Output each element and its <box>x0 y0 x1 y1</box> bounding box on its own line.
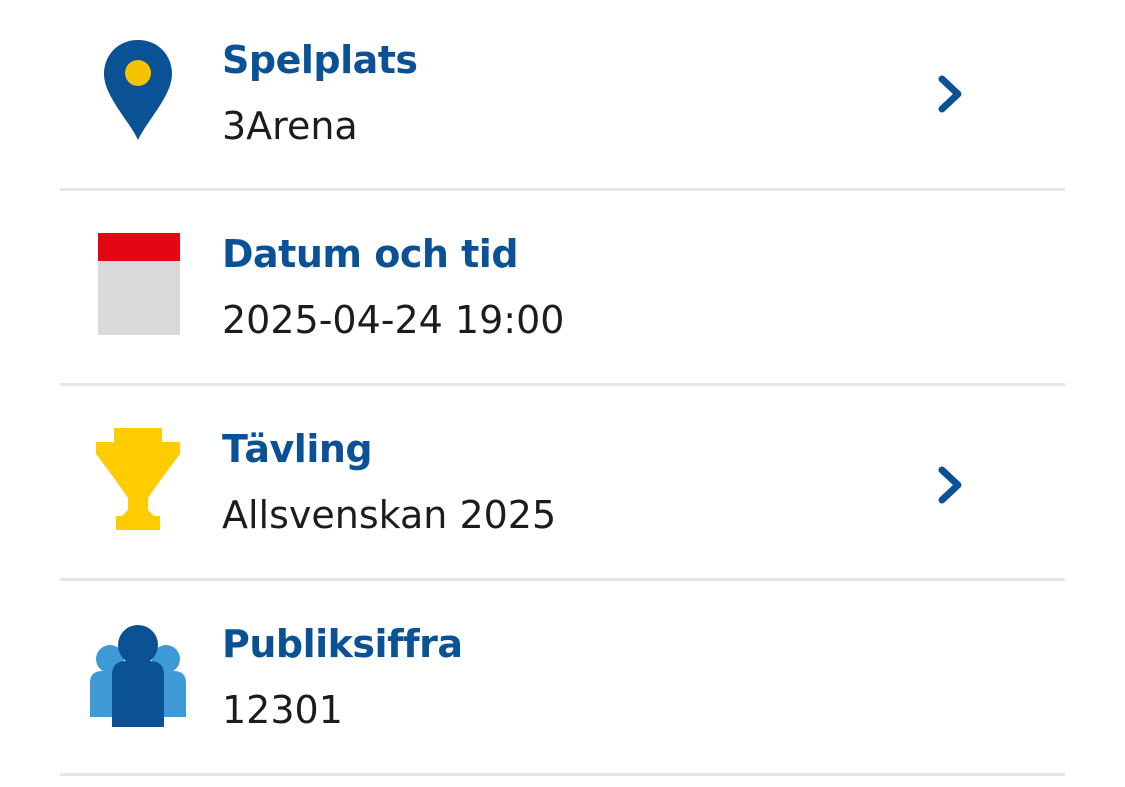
venue-row[interactable]: Spelplats 3Arena <box>60 0 1065 191</box>
competition-value: Allsvenskan 2025 <box>222 493 557 537</box>
trophy-icon <box>88 428 188 538</box>
location-pin-icon <box>88 38 188 148</box>
attendance-title: Publiksiffra <box>222 622 463 666</box>
chevron-right-icon[interactable] <box>934 74 966 114</box>
competition-row[interactable]: Tävling Allsvenskan 2025 <box>60 386 1065 581</box>
date-time-title: Datum och tid <box>222 232 519 276</box>
date-time-row: Datum och tid 2025-04-24 19:00 <box>60 191 1065 386</box>
competition-title: Tävling <box>222 427 373 471</box>
chevron-right-icon[interactable] <box>934 465 966 505</box>
date-time-value: 2025-04-24 19:00 <box>222 298 565 342</box>
match-info-list: Spelplats 3Arena Datum och tid 2025-04-2… <box>0 0 1125 787</box>
attendance-value: 12301 <box>222 688 343 732</box>
audience-icon <box>88 623 188 733</box>
attendance-row: Publiksiffra 12301 <box>60 581 1065 776</box>
venue-value: 3Arena <box>222 104 358 148</box>
venue-title: Spelplats <box>222 38 418 82</box>
calendar-icon <box>88 233 188 343</box>
